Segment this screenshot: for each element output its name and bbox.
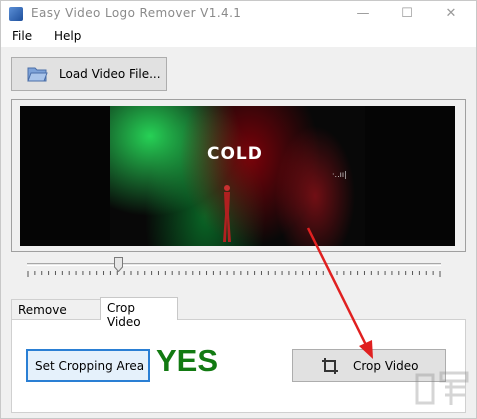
status-yes-label: YES (156, 343, 219, 378)
video-preview[interactable]: COLD ·..ıı| (20, 106, 455, 246)
video-frame-image: COLD ·..ıı| (110, 106, 365, 246)
crop-icon (322, 358, 338, 374)
app-icon (9, 7, 23, 21)
crop-video-label: Crop Video (353, 359, 419, 373)
set-cropping-area-button[interactable]: Set Cropping Area (26, 349, 150, 382)
watermark-logo (415, 371, 469, 405)
menu-file[interactable]: File (12, 29, 32, 43)
tab-strip: Remove Logo Crop Video (11, 297, 466, 331)
load-video-button[interactable]: Load Video File... (11, 57, 167, 91)
slider-thumb[interactable] (114, 257, 124, 272)
tab-remove-logo[interactable]: Remove Logo (11, 299, 101, 331)
folder-icon (27, 67, 48, 82)
crop-video-panel: Set Cropping Area YES Crop Video (11, 319, 466, 413)
menu-help[interactable]: Help (54, 29, 81, 43)
performer-silhouette (223, 185, 231, 242)
video-position-slider[interactable] (27, 257, 441, 281)
window-title: Easy Video Logo Remover V1.4.1 (31, 6, 242, 20)
title-bar: Easy Video Logo Remover V1.4.1 — ☐ ✕ (1, 1, 476, 27)
set-cropping-area-label: Set Cropping Area (35, 359, 145, 373)
close-button[interactable]: ✕ (433, 1, 469, 27)
maximize-button[interactable]: ☐ (389, 1, 425, 27)
tab-crop-video[interactable]: Crop Video (100, 297, 178, 329)
load-video-label: Load Video File... (59, 67, 161, 81)
video-overlay-caption: ·..ıı| (332, 170, 347, 179)
video-preview-frame: COLD ·..ıı| (11, 99, 466, 252)
slider-track (27, 263, 441, 266)
minimize-button[interactable]: — (345, 1, 381, 27)
app-window: Easy Video Logo Remover V1.4.1 — ☐ ✕ Fil… (0, 0, 477, 419)
video-overlay-title: COLD (207, 144, 263, 164)
slider-ticks (27, 271, 441, 277)
menu-bar: File Help (1, 27, 476, 47)
